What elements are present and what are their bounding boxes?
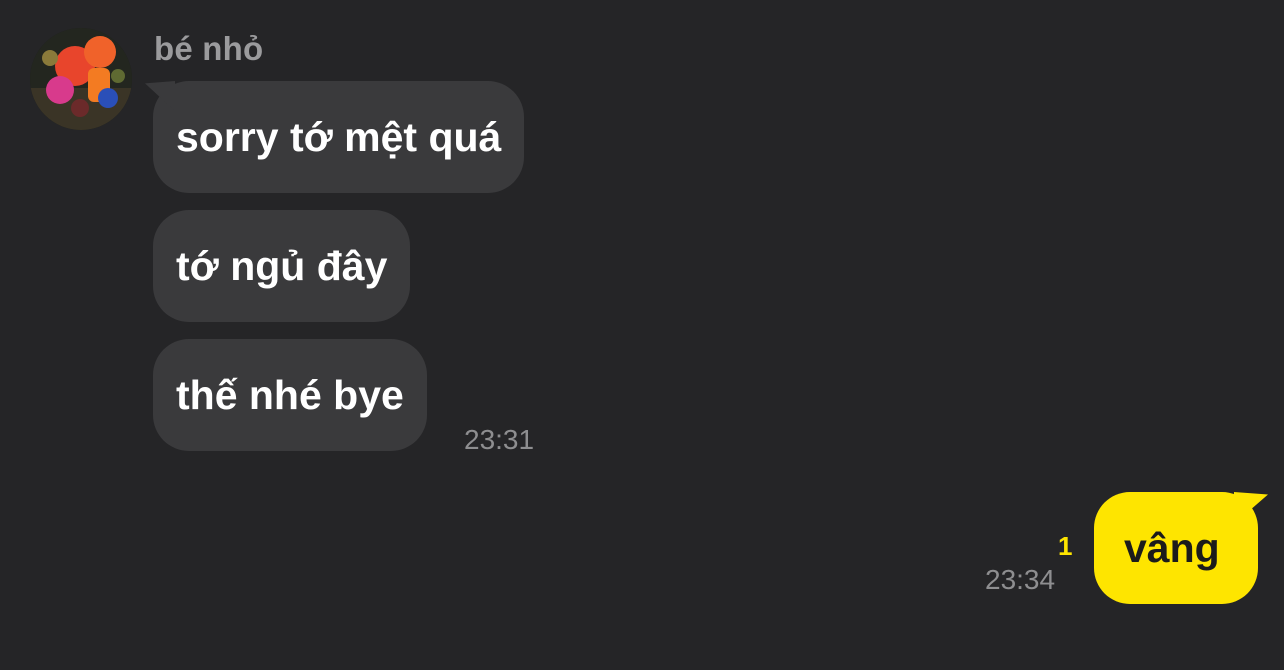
outgoing-message-bubble[interactable]: vâng [1094,492,1258,604]
sender-name: bé nhỏ [154,30,264,67]
message-text: thế nhé bye [176,372,404,418]
message-text: vâng [1124,525,1220,571]
message-timestamp: 23:34 [985,564,1056,595]
message-timestamp: 23:31 [464,424,535,455]
incoming-message-bubble[interactable]: tớ ngủ đây [153,210,411,322]
incoming-message-bubble[interactable]: sorry tớ mệt quá [153,81,525,193]
avatar[interactable] [30,28,132,130]
message-text: tớ ngủ đây [176,243,388,289]
avatar-photo [30,28,132,130]
incoming-message-bubble[interactable]: thế nhé bye [153,339,427,451]
unread-count: 1 [1058,531,1073,561]
message-text: sorry tớ mệt quá [176,114,502,160]
